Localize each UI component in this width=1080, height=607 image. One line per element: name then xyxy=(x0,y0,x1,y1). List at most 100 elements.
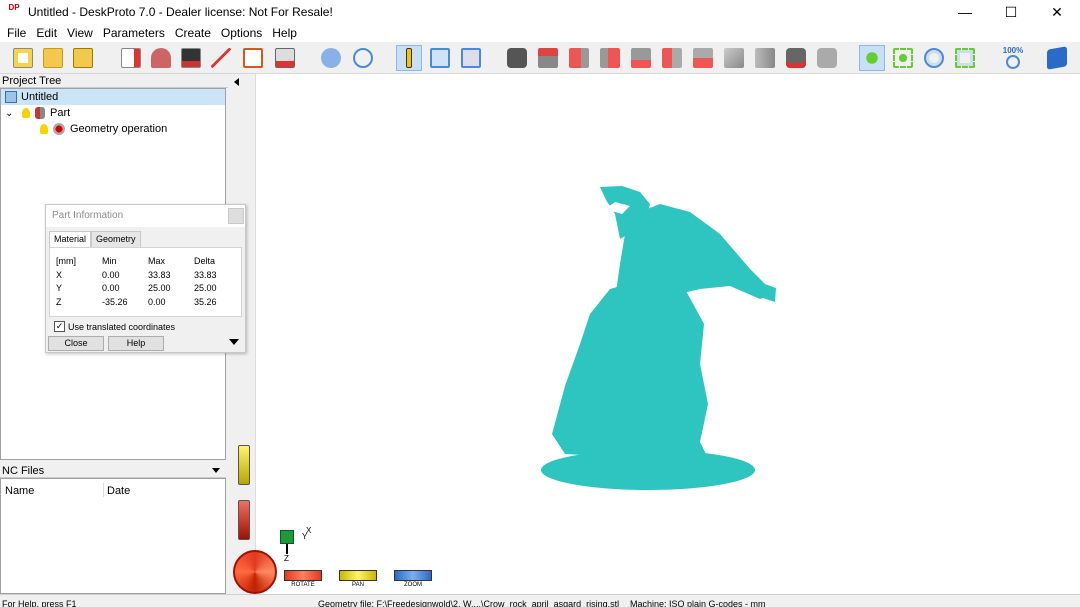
pan-arrows-icon xyxy=(893,48,913,68)
drawing-button[interactable] xyxy=(240,45,266,71)
open-project-button[interactable] xyxy=(40,45,66,71)
expand-chevron-icon[interactable]: ⌄ xyxy=(5,108,17,119)
nc-files-dropdown-icon[interactable] xyxy=(212,468,220,473)
translated-coordinates-checkbox[interactable]: ✓ xyxy=(54,321,65,332)
pan-mode-button[interactable] xyxy=(890,45,916,71)
layout-view-button[interactable] xyxy=(427,45,453,71)
translated-coordinates-option[interactable]: ✓ Use translated coordinates xyxy=(54,321,175,332)
title-bar: DP Untitled - DeskProto 7.0 - Dealer lic… xyxy=(0,0,1080,24)
view-back-button[interactable] xyxy=(597,45,623,71)
view-right-button[interactable] xyxy=(659,45,685,71)
nc-files-list[interactable]: Name Date xyxy=(0,478,226,594)
axis-y-label: Y xyxy=(302,532,308,541)
camera-view-button[interactable] xyxy=(504,45,530,71)
menu-options[interactable]: Options xyxy=(216,26,267,40)
vector-button[interactable] xyxy=(208,45,234,71)
help-book-button[interactable] xyxy=(1044,45,1070,71)
pan-control-label: PAN xyxy=(352,582,364,588)
status-geometry-file: Geometry file: F:\Freedesignwold\2. W...… xyxy=(318,599,620,607)
new-project-button[interactable] xyxy=(10,45,36,71)
save-nc-button[interactable] xyxy=(272,45,298,71)
lightbulb-icon[interactable] xyxy=(22,108,30,118)
menu-file[interactable]: File xyxy=(2,26,31,40)
column-divider[interactable] xyxy=(103,483,104,497)
print-view-button[interactable] xyxy=(814,45,840,71)
zoom-100-button[interactable]: 100% xyxy=(1000,45,1026,71)
row-z-axis: Z xyxy=(56,297,62,307)
maximize-button[interactable]: ☐ xyxy=(988,0,1034,24)
row-z-delta: 35.26 xyxy=(194,297,217,307)
cube-plain-icon xyxy=(755,48,775,68)
view-front-button[interactable] xyxy=(566,45,592,71)
rotate-control-label: ROTATE xyxy=(291,582,315,588)
save-disk-icon xyxy=(73,48,93,68)
project-tree-header: Project Tree xyxy=(0,74,228,88)
crow-model[interactable] xyxy=(230,74,1080,594)
zoom-mode-button[interactable] xyxy=(921,45,947,71)
pan-control-button[interactable] xyxy=(339,570,377,581)
view-top-button[interactable] xyxy=(721,45,747,71)
view-iso-button[interactable] xyxy=(535,45,561,71)
view-plain-button[interactable] xyxy=(752,45,778,71)
zoom-window-button[interactable] xyxy=(952,45,978,71)
rotate-mode-button[interactable] xyxy=(859,45,885,71)
help-button[interactable]: Help xyxy=(108,336,164,351)
zoom-control-button[interactable] xyxy=(394,570,432,581)
save-project-button[interactable] xyxy=(70,45,96,71)
tab-material[interactable]: Material xyxy=(49,231,92,247)
cube-right-icon xyxy=(662,48,682,68)
screenshot-view-button[interactable] xyxy=(458,45,484,71)
export-view-button[interactable] xyxy=(783,45,809,71)
part-info-button[interactable] xyxy=(396,45,422,71)
status-help: For Help, press F1 xyxy=(2,599,77,607)
zoom-window-icon xyxy=(955,48,975,68)
bitmap-button[interactable] xyxy=(178,45,204,71)
close-window-button[interactable]: ✕ xyxy=(1034,0,1080,24)
view-left-button[interactable] xyxy=(628,45,654,71)
menu-view[interactable]: View xyxy=(62,26,98,40)
cube-top-icon xyxy=(538,48,558,68)
tree-item-project[interactable]: Untitled xyxy=(1,89,225,105)
import-geometry-button[interactable] xyxy=(118,45,144,71)
tree-item-geometry-operation-label: Geometry operation xyxy=(70,123,168,135)
menu-edit[interactable]: Edit xyxy=(31,26,62,40)
3d-viewport[interactable]: X Y Z ROTATE PAN ZOOM xyxy=(230,74,1080,594)
expand-dialog-arrow-icon[interactable] xyxy=(229,339,239,345)
close-button[interactable]: Close xyxy=(48,336,104,351)
tree-item-part[interactable]: ⌄ Part xyxy=(5,105,70,121)
preview-button[interactable] xyxy=(350,45,376,71)
row-x-max: 33.83 xyxy=(148,270,171,280)
minimize-button[interactable]: — xyxy=(942,0,988,24)
menu-help[interactable]: Help xyxy=(267,26,302,40)
header-max: Max xyxy=(148,256,166,266)
menu-parameters[interactable]: Parameters xyxy=(98,26,170,40)
deskproto-logo-icon: DP xyxy=(8,3,20,12)
zoom-100-icon xyxy=(1006,55,1020,69)
tree-item-project-label: Untitled xyxy=(21,91,59,103)
nc-column-date[interactable]: Date xyxy=(107,485,130,497)
nc-column-name[interactable]: Name xyxy=(5,485,34,497)
tree-item-geometry-operation[interactable]: Geometry operation xyxy=(35,121,167,137)
cube-left-icon xyxy=(631,48,651,68)
cube-bottom-icon xyxy=(693,48,713,68)
project-icon xyxy=(5,91,17,103)
info-icon xyxy=(406,48,412,68)
simulation-button[interactable] xyxy=(318,45,344,71)
part-wizard-button[interactable] xyxy=(148,45,174,71)
cube-back-icon xyxy=(600,48,620,68)
rotate-control-button[interactable] xyxy=(284,570,322,581)
row-x-min: 0.00 xyxy=(102,270,120,280)
nc-files-header: NC Files xyxy=(0,464,226,478)
dialog-close-icon[interactable] xyxy=(228,208,244,224)
row-y-max: 25.00 xyxy=(148,283,171,293)
vector-line-icon xyxy=(211,48,231,68)
camera-grey-icon xyxy=(817,48,837,68)
dialog-title: Part Information xyxy=(46,205,245,227)
tab-geometry[interactable]: Geometry xyxy=(91,231,141,247)
view-bottom-button[interactable] xyxy=(690,45,716,71)
menu-create[interactable]: Create xyxy=(170,26,216,40)
zoom-control-label: ZOOM xyxy=(404,582,422,588)
axis-triad: X Y Z xyxy=(278,526,318,566)
lightbulb-icon[interactable] xyxy=(40,124,48,134)
row-x-delta: 33.83 xyxy=(194,270,217,280)
